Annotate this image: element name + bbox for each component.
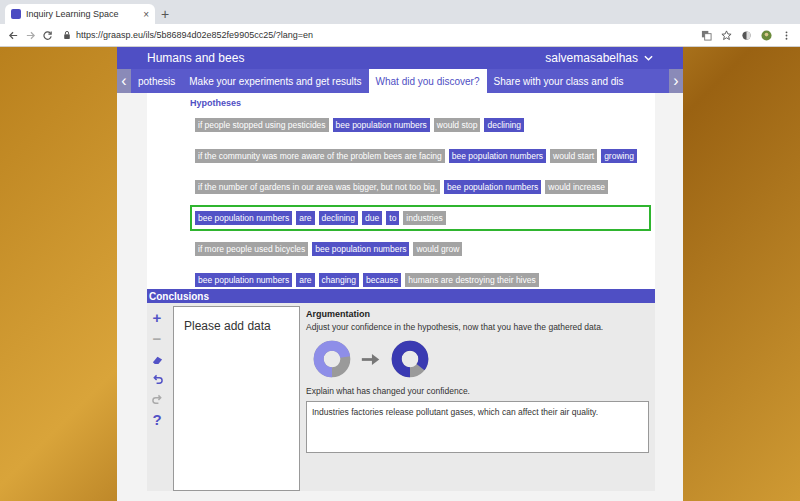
hypothesis-chip: are (296, 273, 314, 287)
phase-tab[interactable]: pothesis (131, 69, 182, 93)
hypothesis-row[interactable]: if the community was more aware of the p… (190, 143, 651, 169)
favicon-icon (11, 9, 21, 19)
browser-tab[interactable]: Inquiry Learning Space × (5, 4, 155, 24)
hypothesis-chip: industries (403, 211, 445, 225)
confidence-before-gauge[interactable] (312, 339, 352, 379)
hypothesis-chip: would grow (413, 242, 462, 256)
phase-tab[interactable]: Make your experiments and get results (182, 69, 368, 93)
confidence-after-gauge[interactable] (390, 339, 430, 379)
hypothesis-chip: declining (319, 211, 359, 225)
phase-tab[interactable]: What did you discover? (369, 69, 487, 93)
background-photo: Humans and bees salvemasabelhas ‹ pothes… (0, 47, 800, 501)
hypothesis-chip: bee population numbers (449, 149, 546, 163)
translate-icon[interactable] (701, 30, 712, 41)
url-field[interactable]: https://graasp.eu/ils/5b86894d02e852fe99… (59, 30, 695, 40)
new-tab-button[interactable]: + (161, 4, 169, 24)
hypothesis-chip: are (296, 211, 314, 225)
hypothesis-row[interactable]: bee population numbers are changingbecause… (190, 267, 651, 289)
arrow-right-icon (360, 352, 382, 367)
hypothesis-chip: to (386, 211, 399, 225)
hypothesis-row[interactable]: if more people used bicycles bee populati… (190, 236, 651, 262)
hypothesis-chip: bee population numbers (333, 118, 430, 132)
argumentation-instruction: Adjust your confidence in the hypothesis… (306, 322, 649, 332)
phase-tab[interactable]: Share with your class and dis (487, 69, 631, 93)
tool-button[interactable]: − (153, 333, 162, 345)
hypothesis-row[interactable]: if people stopped using pesticides bee po… (190, 112, 651, 138)
redo-icon[interactable] (152, 394, 163, 405)
conclusions-body: + −? Please add data Argumentation Adjust… (147, 303, 655, 491)
space-title: Humans and bees (147, 51, 244, 65)
space-header: Humans and bees salvemasabelhas (117, 47, 683, 69)
hypothesis-chip: if the community was more aware of the p… (195, 149, 445, 163)
eraser-icon[interactable] (152, 354, 163, 365)
forward-arrow-icon[interactable] (25, 30, 36, 41)
hypothesis-chip: bee population numbers (195, 273, 292, 287)
hypothesis-chip: changing (319, 273, 360, 287)
hypotheses-area: Hypotheses if people stopped using pesti… (147, 93, 655, 289)
hypothesis-chip: humans are destroying their hives (405, 273, 539, 287)
data-box[interactable]: Please add data (173, 306, 300, 491)
tool-button[interactable]: ? (152, 414, 161, 426)
browser-tab-title: Inquiry Learning Space (26, 9, 138, 19)
argumentation: Argumentation Adjust your confidence in … (306, 306, 655, 491)
lock-icon (63, 30, 71, 40)
undo-icon[interactable] (152, 374, 163, 385)
hypothesis-chip: declining (484, 118, 524, 132)
url-text: https://graasp.eu/ils/5b86894d02e852fe99… (76, 30, 313, 40)
next-tab-button[interactable]: › (669, 69, 683, 93)
hypothesis-chip: bee population numbers (444, 180, 541, 194)
conclusions-header: Conclusions (147, 289, 655, 303)
hypothesis-chip: if people stopped using pesticides (195, 118, 329, 132)
explanation-field[interactable]: Industries factories release pollutant g… (306, 401, 649, 453)
prev-tab-button[interactable]: ‹ (117, 69, 131, 93)
hypothesis-chip: due (362, 211, 382, 225)
close-tab-button[interactable]: × (143, 9, 149, 20)
hypothesis-chip: would start (550, 149, 597, 163)
extension-icon[interactable] (741, 30, 752, 41)
hypothesis-chip: bee population numbers (195, 211, 292, 225)
star-icon[interactable] (721, 30, 732, 41)
reload-icon[interactable] (42, 30, 53, 41)
browser-tab-strip: Inquiry Learning Space × + (0, 0, 800, 24)
menu-icon[interactable] (781, 30, 792, 41)
toolbar: + −? (147, 306, 167, 491)
phase-tabs: ‹ pothesisMake your experiments and get … (117, 69, 683, 93)
hypothesis-chip: if more people used bicycles (195, 242, 308, 256)
explain-label: Explain what has changed your confidence… (306, 386, 649, 396)
hypotheses-label: Hypotheses (190, 98, 651, 108)
hypothesis-chip: because (363, 273, 401, 287)
ils-panel: Humans and bees salvemasabelhas ‹ pothes… (117, 47, 683, 501)
hypothesis-chip: bee population numbers (312, 242, 409, 256)
avatar-icon[interactable] (761, 30, 772, 41)
screen: Inquiry Learning Space × + https://graas… (0, 0, 800, 501)
hypothesis-row[interactable]: if the number of gardens in our area was… (190, 174, 651, 200)
chevron-down-icon (644, 55, 653, 61)
user-menu[interactable]: salvemasabelhas (545, 51, 653, 65)
hypothesis-chip: if the number of gardens in our area was… (195, 180, 440, 194)
address-bar: https://graasp.eu/ils/5b86894d02e852fe99… (0, 24, 800, 47)
argumentation-title: Argumentation (306, 309, 649, 319)
hypothesis-chip: growing (601, 149, 637, 163)
hypothesis-chip: would stop (434, 118, 481, 132)
hypothesis-row[interactable]: bee population numbers are decliningduetoi… (190, 205, 651, 231)
tool-button[interactable]: + (153, 312, 162, 324)
back-arrow-icon[interactable] (8, 30, 19, 41)
hypothesis-chip: would increase (545, 180, 608, 194)
